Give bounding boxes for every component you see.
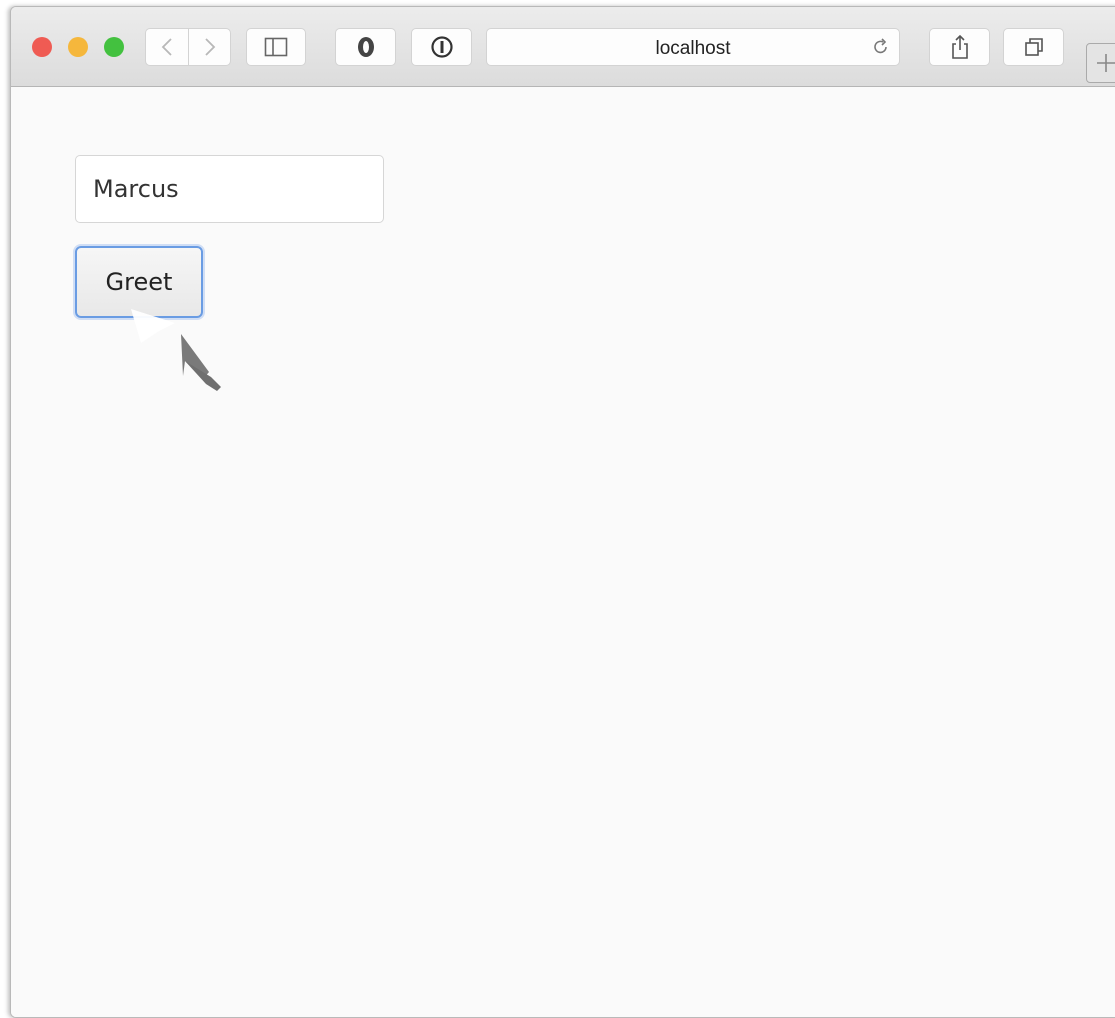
back-button[interactable] [145, 28, 188, 66]
sidebar-icon [264, 37, 288, 57]
share-button[interactable] [929, 28, 990, 66]
forward-icon [204, 37, 216, 57]
extension-icon [355, 35, 377, 59]
back-icon [161, 37, 173, 57]
password-button[interactable] [411, 28, 472, 66]
browser-window: localhost Greet [10, 6, 1115, 1018]
password-icon [430, 35, 454, 59]
tabs-icon [1023, 36, 1045, 58]
greet-button[interactable]: Greet [75, 246, 203, 318]
address-text: localhost [655, 38, 731, 59]
new-tab-icon [1095, 52, 1115, 74]
page-content: Greet [11, 87, 1115, 1017]
address-bar[interactable]: localhost [486, 28, 900, 66]
name-input[interactable] [75, 155, 384, 223]
reload-icon[interactable] [871, 37, 891, 62]
forward-button[interactable] [188, 28, 231, 66]
close-window-button[interactable] [32, 37, 52, 57]
minimize-window-button[interactable] [68, 37, 88, 57]
browser-toolbar: localhost [11, 7, 1115, 87]
extension-button[interactable] [335, 28, 396, 66]
mouse-pointer-icon [131, 309, 251, 404]
zoom-window-button[interactable] [104, 37, 124, 57]
share-icon [950, 34, 970, 60]
tabs-button[interactable] [1003, 28, 1064, 66]
sidebar-button[interactable] [246, 28, 306, 66]
new-tab-button[interactable] [1086, 43, 1115, 83]
